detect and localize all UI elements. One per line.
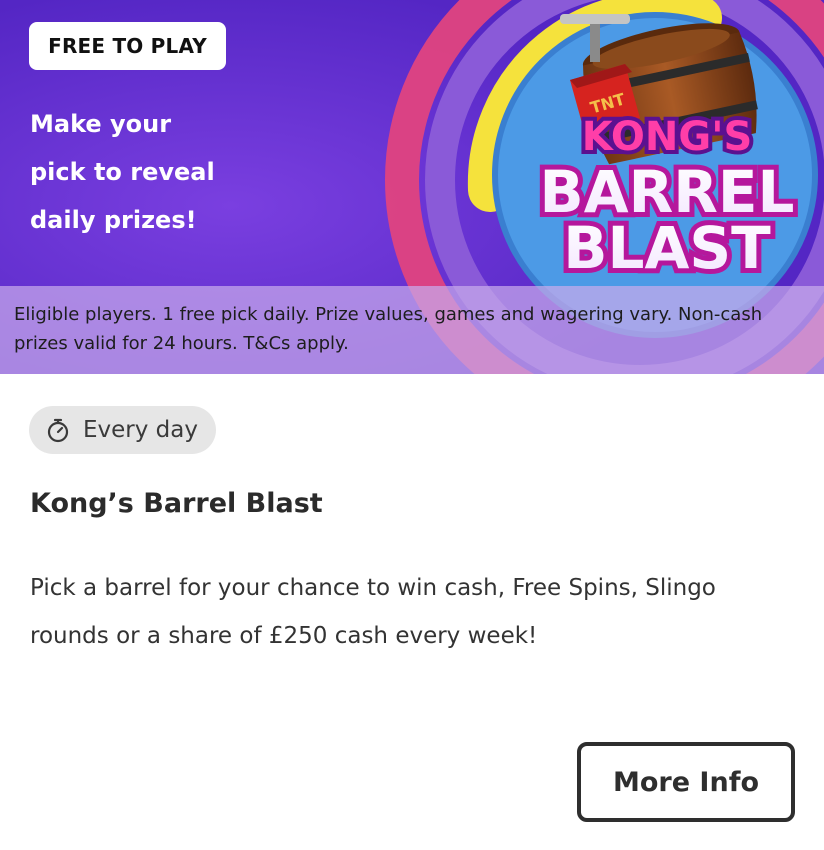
- schedule-label: Every day: [83, 417, 198, 443]
- promo-banner[interactable]: TNT KONG'S BARREL BLAST FREE TO PLAY Mak…: [0, 0, 824, 374]
- promo-description: Pick a barrel for your chance to win cas…: [30, 575, 716, 649]
- schedule-chip: Every day: [29, 406, 216, 454]
- banner-headline: Make your pick to reveal daily prizes!: [30, 100, 260, 244]
- logo-line-1: KONG'S: [582, 114, 753, 160]
- terms-text: Eligible players. 1 free pick daily. Pri…: [0, 286, 824, 374]
- more-info-button[interactable]: More Info: [577, 742, 795, 822]
- logo-line-3: BLAST: [563, 214, 771, 282]
- headline-line: daily prizes!: [30, 206, 197, 234]
- promo-title: Kong’s Barrel Blast: [30, 488, 323, 519]
- headline-line: pick to reveal: [30, 158, 215, 186]
- promo-card: TNT KONG'S BARREL BLAST FREE TO PLAY Mak…: [0, 0, 824, 850]
- stopwatch-icon: [47, 418, 69, 443]
- headline-line: Make your: [30, 110, 172, 138]
- free-to-play-badge: FREE TO PLAY: [29, 22, 226, 70]
